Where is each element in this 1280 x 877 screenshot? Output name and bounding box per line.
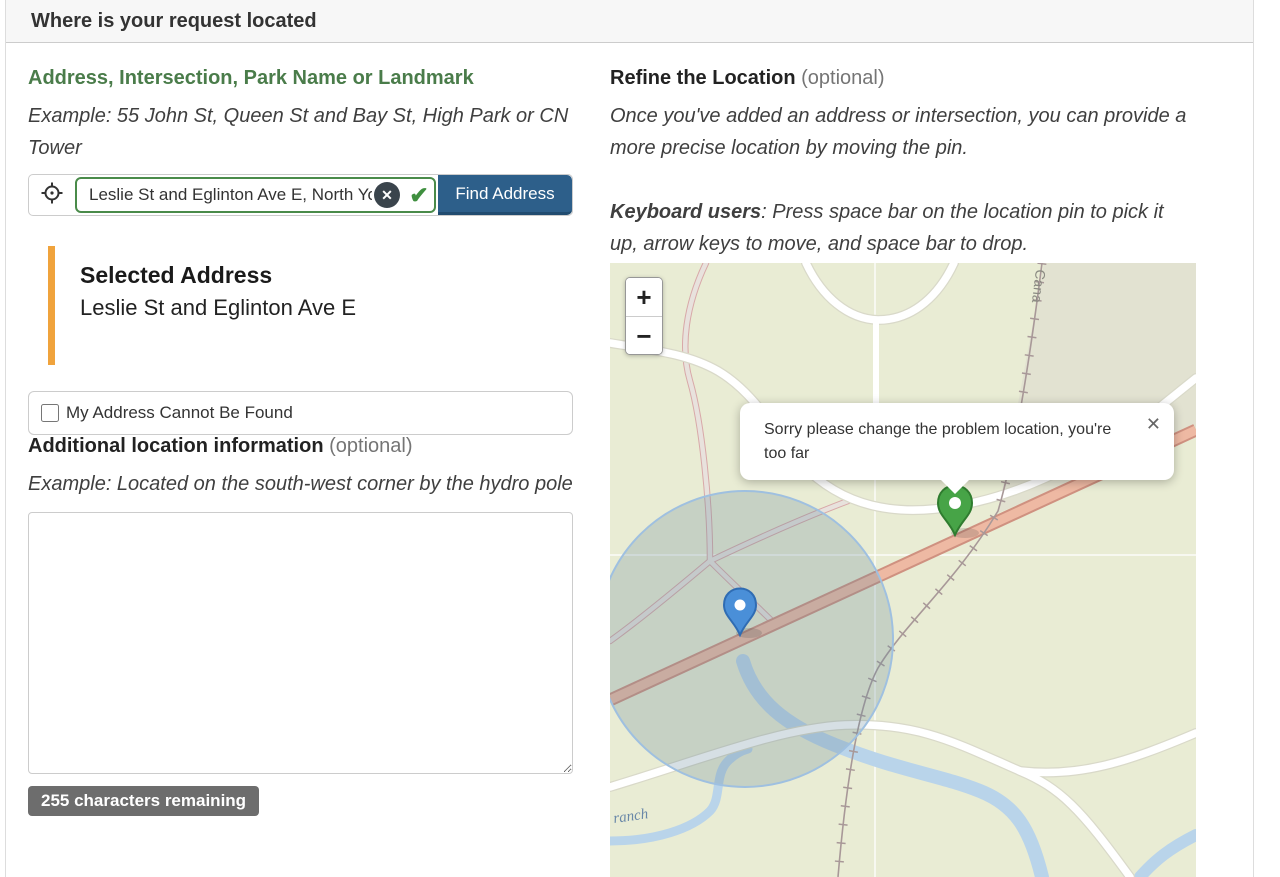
address-column: Address, Intersection, Park Name or Land… bbox=[28, 67, 573, 816]
address-input-row: ✕ ✔ Find Address bbox=[28, 174, 573, 216]
characters-remaining-badge: 255 characters remaining bbox=[28, 786, 259, 816]
address-not-found-row[interactable]: My Address Cannot Be Found bbox=[28, 391, 573, 435]
address-heading: Address, Intersection, Park Name or Land… bbox=[28, 67, 573, 90]
additional-info-heading: Additional location information (optiona… bbox=[28, 435, 573, 458]
clear-input-icon[interactable]: ✕ bbox=[374, 182, 400, 208]
zoom-out-button[interactable]: − bbox=[626, 316, 662, 354]
address-not-found-label[interactable]: My Address Cannot Be Found bbox=[66, 403, 293, 423]
address-input-wrap: ✕ ✔ bbox=[75, 177, 436, 213]
crosshair-icon bbox=[40, 181, 64, 210]
additional-info-textarea[interactable] bbox=[28, 512, 573, 774]
valid-check-icon: ✔ bbox=[404, 182, 434, 209]
accuracy-circle bbox=[610, 491, 893, 787]
selected-address-callout: Selected Address Leslie St and Eglinton … bbox=[48, 246, 573, 365]
keyboard-users-note: Keyboard users: Press space bar on the l… bbox=[610, 196, 1196, 260]
map-zoom-control: + − bbox=[625, 277, 663, 355]
additional-optional-tag: (optional) bbox=[329, 435, 412, 457]
location-map[interactable]: Cana ranch on bbox=[610, 263, 1196, 877]
find-address-button[interactable]: Find Address bbox=[438, 175, 572, 215]
request-location-panel: Where is your request located Address, I… bbox=[5, 0, 1254, 877]
address-input[interactable] bbox=[77, 185, 372, 205]
refine-heading: Refine the Location (optional) bbox=[610, 67, 1196, 90]
map-canvas[interactable]: Cana ranch on bbox=[610, 263, 1196, 877]
refine-intro-text: Once you've added an address or intersec… bbox=[610, 100, 1196, 164]
panel-header: Where is your request located bbox=[6, 0, 1253, 43]
keyboard-users-label: Keyboard users bbox=[610, 201, 761, 223]
page-title: Where is your request located bbox=[31, 10, 317, 33]
map-warning-text: Sorry please change the problem location… bbox=[764, 421, 1111, 462]
map-warning-popup: Sorry please change the problem location… bbox=[740, 403, 1174, 480]
locate-cell[interactable] bbox=[29, 175, 75, 215]
zoom-in-button[interactable]: + bbox=[626, 278, 662, 316]
popup-close-icon[interactable]: ✕ bbox=[1146, 411, 1161, 438]
address-not-found-checkbox[interactable] bbox=[41, 404, 59, 422]
address-example-text: Example: 55 John St, Queen St and Bay St… bbox=[28, 100, 573, 164]
selected-address-heading: Selected Address bbox=[80, 262, 573, 289]
additional-example-text: Example: Located on the south-west corne… bbox=[28, 468, 573, 500]
map-popup-tail bbox=[939, 478, 971, 494]
refine-column: Refine the Location (optional) Once you'… bbox=[610, 67, 1196, 877]
refine-optional-tag: (optional) bbox=[801, 67, 884, 89]
selected-address-value: Leslie St and Eglinton Ave E bbox=[80, 295, 573, 321]
